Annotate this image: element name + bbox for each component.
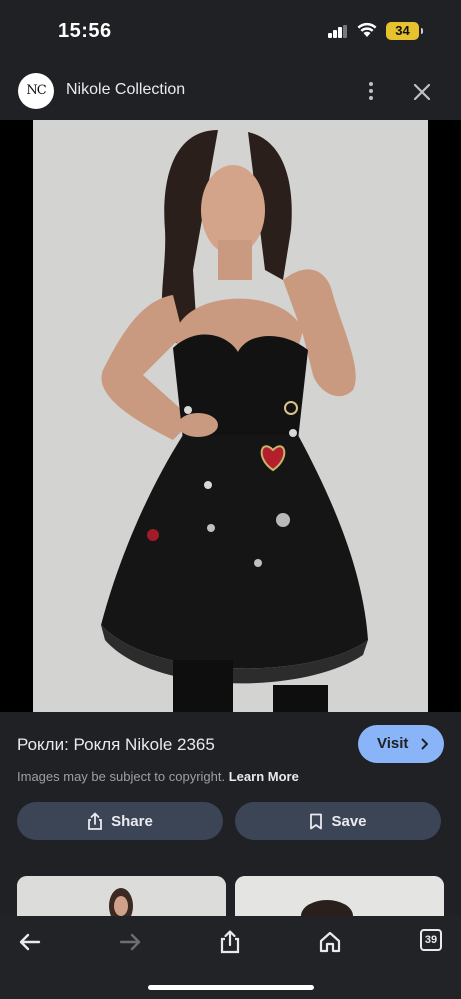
tab-count-button[interactable]: 39 [420, 929, 442, 951]
close-icon[interactable] [410, 80, 434, 104]
site-name[interactable]: Nikole Collection [66, 81, 185, 99]
related-image-thumbnail[interactable] [17, 876, 226, 916]
save-button[interactable]: Save [235, 802, 441, 840]
status-bar: 15:56 34 [0, 0, 461, 62]
battery-indicator: 34 [386, 22, 423, 40]
share-button[interactable]: Share [17, 802, 223, 840]
back-button[interactable] [16, 928, 44, 956]
image-title[interactable]: Рокли: Рокля Nikole 2365 [17, 735, 215, 755]
arrow-left-icon [19, 933, 41, 951]
image-info-panel: Рокли: Рокля Nikole 2365 Visit Images ma… [0, 712, 461, 858]
arrow-right-icon [119, 933, 141, 951]
wifi-icon [357, 22, 377, 37]
status-time: 15:56 [58, 20, 112, 42]
browser-toolbar: 39 [0, 916, 461, 999]
visit-label: Visit [377, 735, 409, 752]
save-label: Save [331, 812, 367, 830]
share-page-button[interactable] [216, 928, 244, 956]
copyright-text: Images may be subject to copyright. [17, 769, 226, 784]
site-logo: NC [18, 73, 54, 109]
home-indicator [148, 985, 314, 990]
copyright-notice: Images may be subject to copyright. Lear… [17, 769, 299, 784]
learn-more-link[interactable]: Learn More [229, 769, 299, 784]
more-options-icon[interactable] [362, 80, 380, 102]
chevron-right-icon [421, 738, 428, 750]
home-icon [319, 931, 341, 953]
visit-button[interactable]: Visit [358, 725, 444, 763]
share-icon [88, 812, 103, 830]
bookmark-icon [310, 813, 323, 829]
viewer-header: NC Nikole Collection [0, 62, 461, 120]
related-images [0, 858, 461, 916]
signal-icon [328, 25, 348, 38]
share-icon [220, 930, 240, 954]
forward-button[interactable] [116, 928, 144, 956]
related-image-thumbnail[interactable] [235, 876, 444, 916]
image-viewer [0, 120, 461, 814]
product-photo[interactable] [33, 120, 428, 712]
share-label: Share [111, 812, 153, 830]
home-button[interactable] [316, 928, 344, 956]
